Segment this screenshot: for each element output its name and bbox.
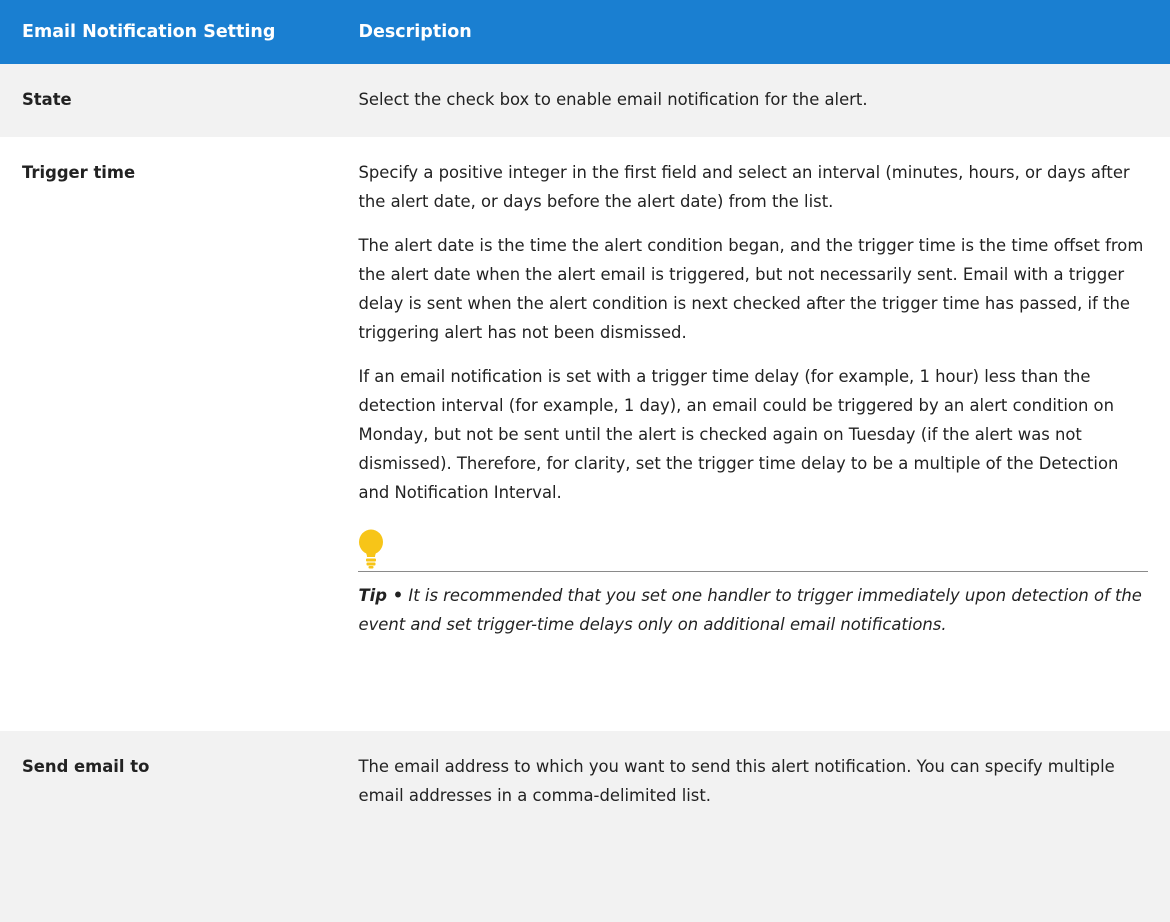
tip-divider xyxy=(358,571,1148,572)
tip-label: Tip • xyxy=(358,586,404,605)
lightbulb-icon xyxy=(359,529,384,569)
header-setting: Email Notification Setting xyxy=(22,22,276,42)
tip-block: Tip • It is recommended that you set one… xyxy=(358,529,1148,639)
tip-body: It is recommended that you set one handl… xyxy=(358,586,1142,634)
tip-text: Tip • It is recommended that you set one… xyxy=(358,581,1148,639)
settings-table: Email Notification Setting Description S… xyxy=(0,0,1170,922)
setting-name: Trigger time xyxy=(0,137,345,731)
table-row-trigger-time: Trigger time Specify a positive integer … xyxy=(0,137,1170,731)
setting-name: Send email to xyxy=(0,731,345,922)
description-paragraph: Select the check box to enable email not… xyxy=(358,90,868,109)
description-paragraph: The email address to which you want to s… xyxy=(358,757,1115,805)
table-row-send-email-to: Send email to The email address to which… xyxy=(0,731,1170,922)
setting-description: Select the check box to enable email not… xyxy=(344,64,1170,137)
description-paragraph: If an email notification is set with a t… xyxy=(358,367,1119,502)
header-description: Description xyxy=(358,22,472,42)
setting-description: Specify a positive integer in the first … xyxy=(344,137,1170,731)
table-row-state: State Select the check box to enable ema… xyxy=(0,64,1170,137)
setting-description: The email address to which you want to s… xyxy=(344,731,1170,922)
table-header-row: Email Notification Setting Description xyxy=(0,0,1170,64)
setting-name: State xyxy=(0,64,345,137)
description-paragraph: The alert date is the time the alert con… xyxy=(358,236,1144,342)
description-paragraph: Specify a positive integer in the first … xyxy=(358,163,1130,211)
